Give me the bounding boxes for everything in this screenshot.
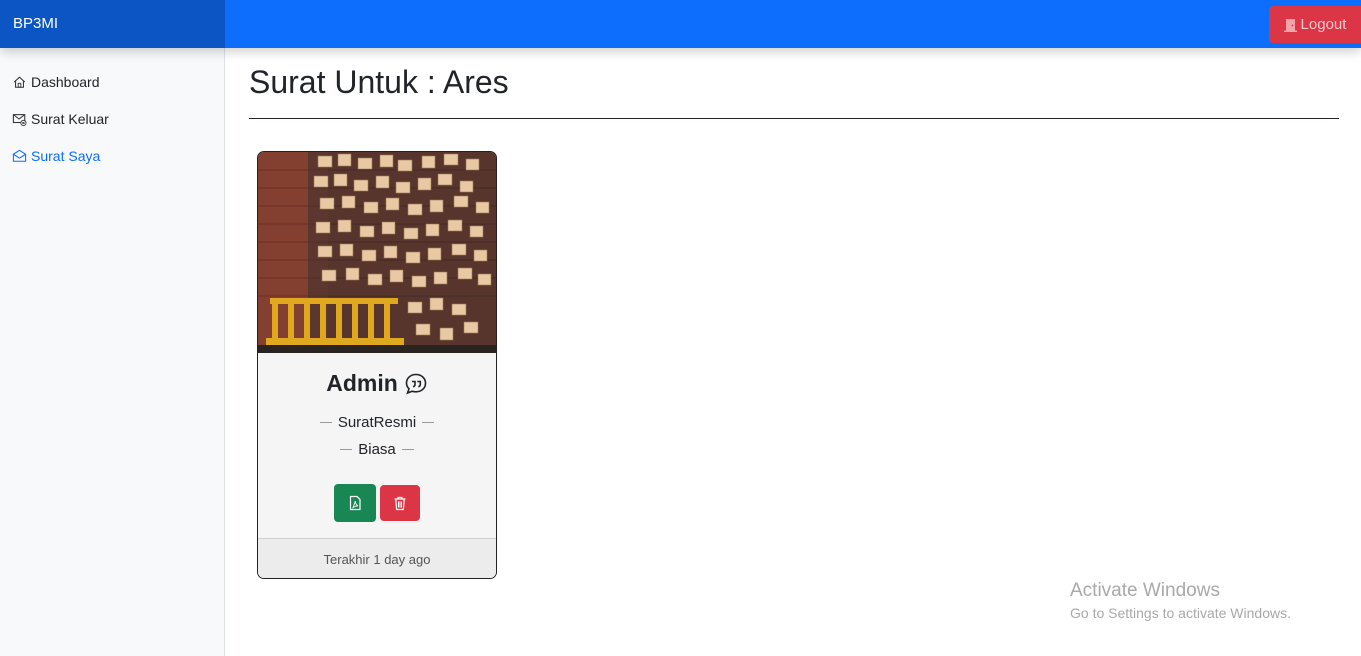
logout-label: Logout xyxy=(1300,16,1347,33)
envelope-x-icon xyxy=(12,114,27,126)
door-icon xyxy=(1283,18,1297,32)
letter-card: Admin SuratResmi Biasa Terakhir 1 day ag… xyxy=(257,151,497,579)
sender-name: Admin xyxy=(326,370,398,396)
trash-icon xyxy=(394,496,406,511)
delete-button[interactable] xyxy=(380,485,420,521)
watermark-subtitle: Go to Settings to activate Windows. xyxy=(1070,605,1291,621)
house-icon xyxy=(13,76,26,88)
card-sender: Admin xyxy=(258,370,496,397)
top-navbar: BP3MI Logout xyxy=(0,0,1361,48)
sidebar-item-label: Dashboard xyxy=(31,74,100,90)
letter-priority-row: Biasa xyxy=(258,441,496,458)
sidebar: Dashboard Surat Keluar Surat Saya xyxy=(0,48,225,656)
open-pdf-button[interactable] xyxy=(334,484,376,522)
dash-divider xyxy=(401,449,414,450)
sidebar-item-label: Surat Keluar xyxy=(31,111,109,127)
sidebar-item-label: Surat Saya xyxy=(31,148,101,164)
file-pdf-icon xyxy=(349,495,361,511)
brand-logo[interactable]: BP3MI xyxy=(0,0,225,48)
sidebar-item-surat-saya[interactable]: Surat Saya xyxy=(12,148,100,164)
page-title: Surat Untuk : Ares xyxy=(249,64,509,100)
logout-button[interactable]: Logout xyxy=(1269,6,1361,43)
envelope-open-icon xyxy=(12,149,27,162)
card-footer: Terakhir 1 day ago xyxy=(258,538,496,578)
dash-divider xyxy=(319,422,332,423)
card-image xyxy=(258,152,496,353)
dash-divider xyxy=(340,449,353,450)
letter-type: SuratResmi xyxy=(337,414,417,431)
title-divider xyxy=(249,118,1339,119)
watermark-title: Activate Windows xyxy=(1070,580,1220,601)
sidebar-item-surat-keluar[interactable]: Surat Keluar xyxy=(12,111,109,127)
chat-quote-icon xyxy=(405,373,427,394)
letter-priority: Biasa xyxy=(358,441,396,458)
dash-divider xyxy=(422,422,435,423)
letter-type-row: SuratResmi xyxy=(258,414,496,431)
sidebar-item-dashboard[interactable]: Dashboard xyxy=(12,74,100,90)
